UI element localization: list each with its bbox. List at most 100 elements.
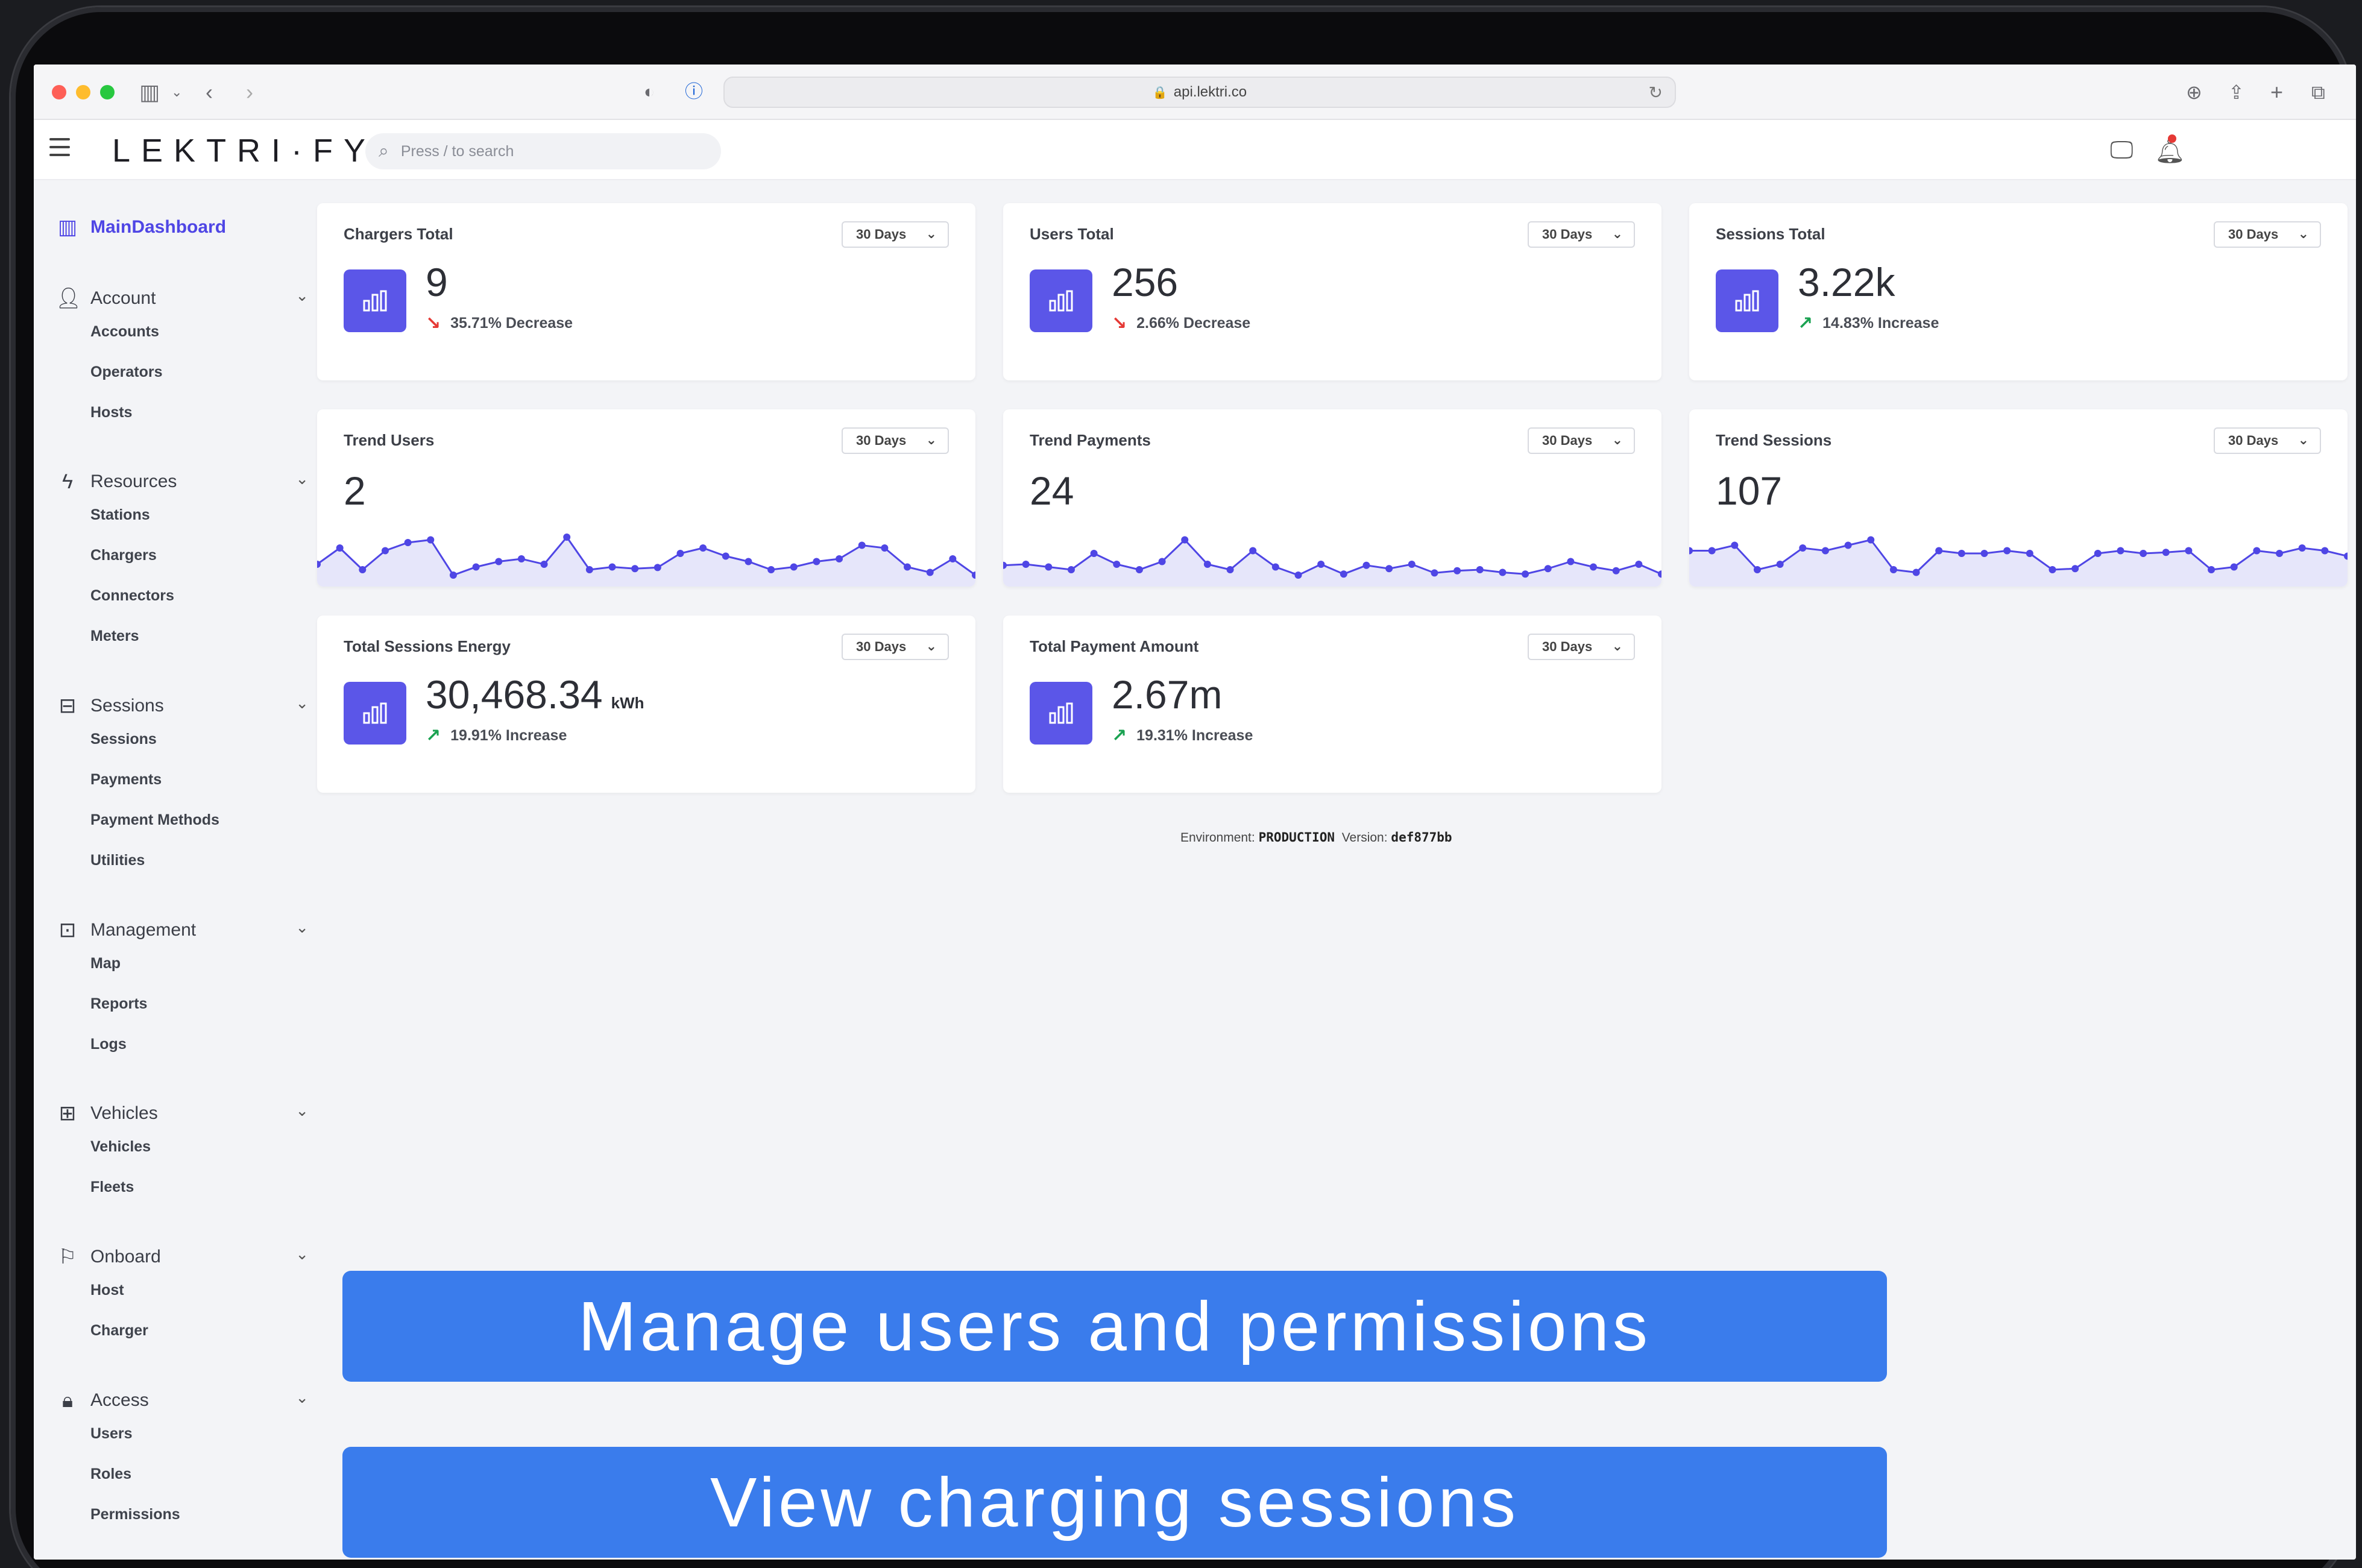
range-select[interactable]: 30 Days ⌄ — [1528, 427, 1635, 454]
range-select[interactable]: 30 Days ⌄ — [842, 427, 949, 454]
sidebar-item-operators[interactable]: Operators — [55, 352, 309, 392]
sidebar-item-users[interactable]: Users — [55, 1414, 309, 1454]
zoom-window-button[interactable] — [100, 85, 115, 99]
minimize-window-button[interactable] — [76, 85, 90, 99]
password-manager-icon[interactable]: ⓘ — [685, 79, 703, 105]
card-title: Users Total — [1030, 225, 1114, 243]
chevron-down-icon: ⌄ — [295, 286, 309, 304]
sidebar-item-main-dashboard[interactable]: ▥ MainDashboard — [55, 215, 226, 239]
range-select-value: 30 Days — [856, 639, 907, 654]
sparkline-point — [1635, 561, 1643, 568]
trend-up-icon: ↗ — [1798, 313, 1813, 333]
chevron-down-icon: ⌄ — [925, 638, 937, 653]
share-icon[interactable]: ⇪ — [2228, 79, 2244, 105]
sparkline-point — [858, 541, 866, 549]
sidebar-item-permissions[interactable]: Permissions — [55, 1494, 309, 1535]
sidebar-item-payments[interactable]: Payments — [55, 760, 309, 800]
sidebar-group-resources[interactable]: ϟ Resources ⌄ — [55, 468, 309, 495]
sparkline-point — [1776, 561, 1784, 568]
banner-view-sessions: View charging sessions — [342, 1447, 1887, 1558]
monitor-icon[interactable]: 🖵 — [2110, 137, 2134, 164]
card-trend-payments: Trend Payments 30 Days ⌄ 24 — [1003, 409, 1661, 587]
sparkline-point — [722, 552, 729, 560]
new-tab-icon[interactable]: + — [2270, 79, 2283, 105]
reload-icon[interactable]: ↻ — [1649, 83, 1663, 102]
sidebar-item-reports[interactable]: Reports — [55, 984, 309, 1024]
sparkline-point — [1271, 563, 1279, 571]
sidebar-item-stations[interactable]: Stations — [55, 495, 309, 535]
sidebar-group-account[interactable]: 👤︎ Account ⌄ — [55, 285, 309, 312]
range-select[interactable]: 30 Days ⌄ — [1528, 634, 1635, 660]
chevron-down-icon: ⌄ — [1611, 638, 1623, 653]
sidebar-item-utilities[interactable]: Utilities — [55, 840, 309, 881]
sparkline-point — [1181, 536, 1189, 544]
sidebar-group-label: Vehicles — [90, 1103, 158, 1123]
sidebar-item-meters[interactable]: Meters — [55, 616, 309, 656]
flag-icon: ⚐ — [58, 1245, 77, 1268]
card-title: Trend Payments — [1030, 431, 1151, 449]
sidebar-section-management: ⊡ Management ⌄ Map Reports Logs — [55, 917, 309, 1065]
environment-info: Environment: PRODUCTION Version: def877b… — [1180, 830, 1452, 845]
sidebar-toggle-icon[interactable]: ▥ — [139, 79, 160, 105]
address-bar[interactable]: 🔒 api.lektri.co ↻ — [723, 77, 1676, 108]
sparkline-point — [1821, 547, 1829, 555]
shield-icon[interactable]: ◐ — [644, 79, 655, 105]
sidebar-item-map[interactable]: Map — [55, 943, 309, 984]
sparkline-point — [676, 550, 684, 557]
sparkline-point — [336, 544, 344, 552]
sidebar-group-management[interactable]: ⊡ Management ⌄ — [55, 917, 309, 943]
stat-change: ↗ 19.91% Increase — [426, 725, 567, 746]
card-title: Total Payment Amount — [1030, 637, 1199, 655]
tab-overview-icon[interactable]: ⧉ — [2311, 79, 2325, 105]
stat-change: ↗ 14.83% Increase — [1798, 313, 1939, 334]
search-input[interactable]: ⌕ Press / to search — [365, 133, 721, 169]
sidebar-group-onboard[interactable]: ⚐ Onboard ⌄ — [55, 1244, 309, 1270]
close-window-button[interactable] — [52, 85, 66, 99]
chevron-down-icon: ⌄ — [295, 470, 309, 488]
sparkline-point — [1067, 566, 1075, 573]
sidebar-item-chargers[interactable]: Chargers — [55, 535, 309, 576]
sparkline-point — [1567, 558, 1575, 565]
sidebar-group-vehicles[interactable]: ⊞ Vehicles ⌄ — [55, 1100, 309, 1127]
sidebar-item-payment-methods[interactable]: Payment Methods — [55, 800, 309, 840]
terminal-icon: ⊡ — [58, 919, 77, 942]
range-select[interactable]: 30 Days ⌄ — [2214, 427, 2321, 454]
sidebar-item-vehicles[interactable]: Vehicles — [55, 1127, 309, 1167]
sidebar-item-logs[interactable]: Logs — [55, 1024, 309, 1065]
sparkline-point — [2117, 547, 2124, 555]
sidebar-item-host[interactable]: Host — [55, 1270, 309, 1311]
chevron-down-icon[interactable]: ⌄ — [171, 79, 182, 105]
sidebar-item-roles[interactable]: Roles — [55, 1454, 309, 1494]
sparkline-area — [317, 537, 975, 587]
menu-icon[interactable] — [49, 138, 70, 162]
sparkline-point — [1844, 541, 1852, 549]
range-select[interactable]: 30 Days ⌄ — [842, 634, 949, 660]
sidebar-item-connectors[interactable]: Connectors — [55, 576, 309, 616]
back-icon[interactable]: ‹ — [206, 79, 213, 105]
trend-value: 24 — [1030, 468, 1074, 513]
app-logo[interactable]: LEKTRI·FY — [112, 134, 376, 167]
stat-icon — [1030, 682, 1092, 745]
range-select[interactable]: 30 Days ⌄ — [1528, 221, 1635, 248]
sparkline-point — [949, 555, 957, 562]
sidebar-item-sessions[interactable]: Sessions — [55, 719, 309, 760]
sidebar-item-fleets[interactable]: Fleets — [55, 1167, 309, 1207]
sidebar-item-charger[interactable]: Charger — [55, 1311, 309, 1351]
stat-icon — [1716, 269, 1778, 332]
download-icon[interactable]: ⊕ — [2186, 79, 2202, 105]
card-title: Sessions Total — [1716, 225, 1825, 243]
sidebar-item-hosts[interactable]: Hosts — [55, 392, 309, 433]
stat-change: ↗ 19.31% Increase — [1112, 725, 1253, 746]
sparkline-point — [1203, 561, 1211, 568]
sparkline-point — [1889, 566, 1897, 573]
sidebar-group-access[interactable]: 🔒︎ Access ⌄ — [55, 1387, 309, 1414]
stat-change-text: 14.83% Increase — [1822, 315, 1939, 332]
forward-icon[interactable]: › — [246, 79, 253, 105]
sidebar-item-accounts[interactable]: Accounts — [55, 312, 309, 352]
sidebar-group-sessions[interactable]: ⊟ Sessions ⌄ — [55, 693, 309, 719]
stat-value: 30,468.34 kWh — [426, 673, 644, 716]
range-select[interactable]: 30 Days ⌄ — [842, 221, 949, 248]
range-select[interactable]: 30 Days ⌄ — [2214, 221, 2321, 248]
version-label: Version: — [1341, 831, 1388, 845]
sparkline-point — [2185, 547, 2193, 555]
